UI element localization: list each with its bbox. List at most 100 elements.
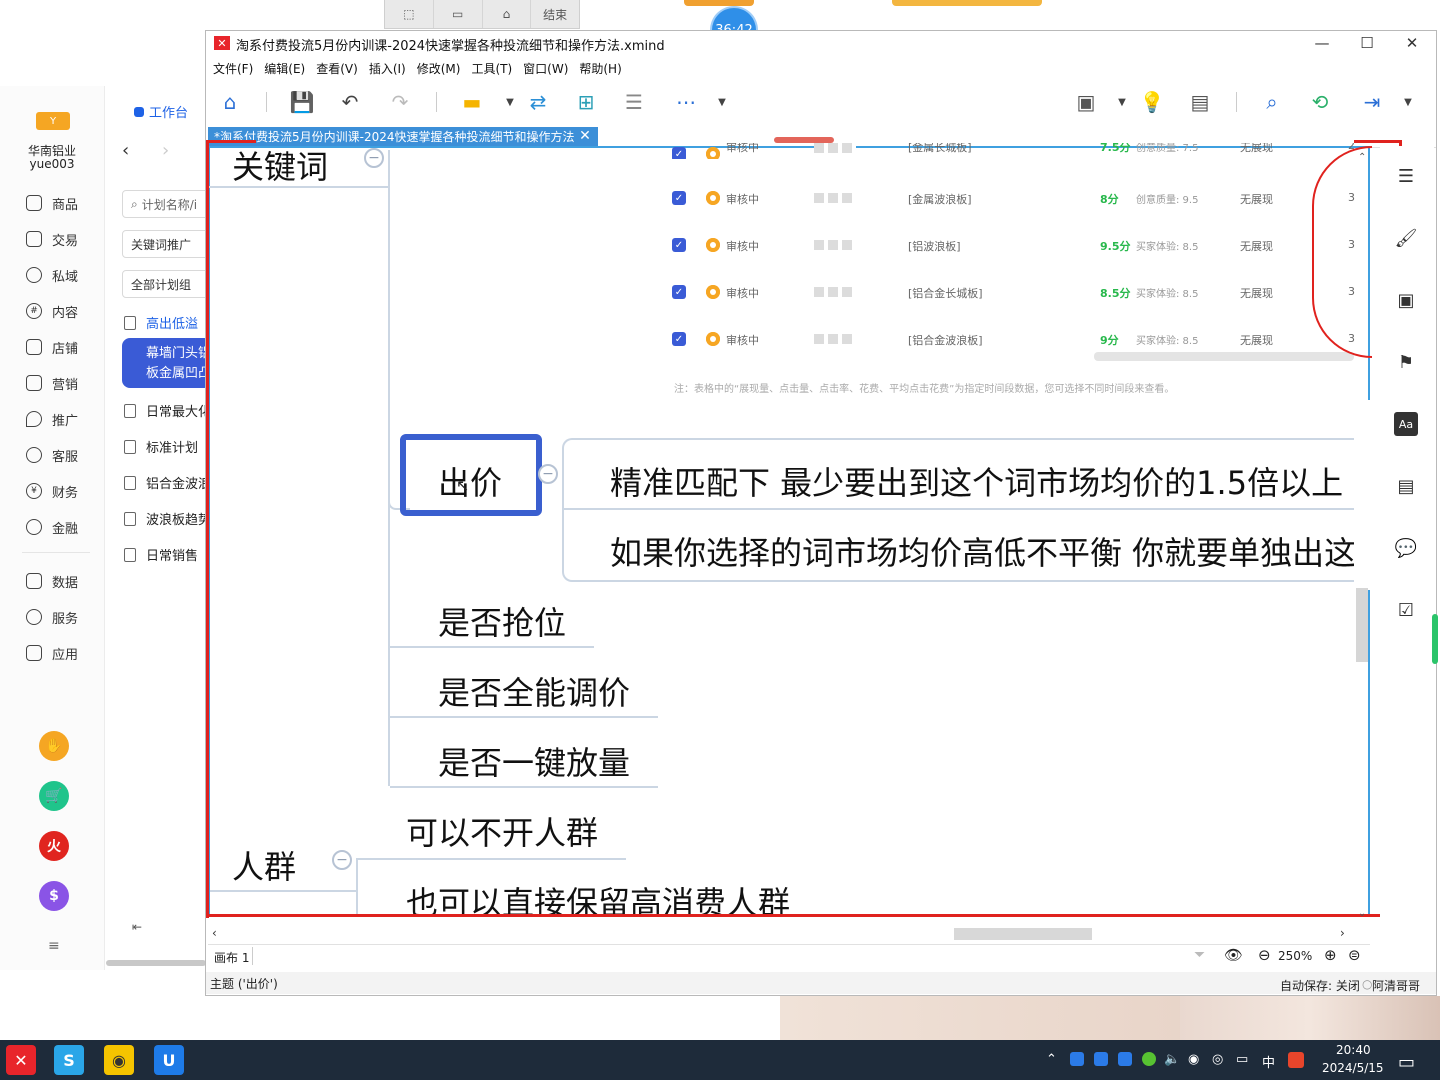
structure-icon[interactable]: ⊞ xyxy=(574,90,598,114)
sogou-icon[interactable] xyxy=(1288,1052,1304,1068)
outline-panel-icon[interactable]: ☰ xyxy=(1394,164,1418,188)
vertical-scrollbar[interactable] xyxy=(1356,588,1368,662)
plan-item[interactable]: 日常销售 xyxy=(124,545,208,564)
plan-item[interactable]: 铝合金波浪 xyxy=(124,473,208,492)
topic-icon[interactable]: ▬ xyxy=(460,90,484,114)
nav-item-service[interactable]: 客服 xyxy=(26,444,96,466)
back-arrow-icon[interactable]: ‹ xyxy=(122,140,129,161)
tray-app-icon[interactable] xyxy=(1142,1052,1156,1066)
search-icon[interactable]: ⌕ xyxy=(1260,90,1284,114)
cart-app-icon[interactable]: 🛒 xyxy=(39,781,69,811)
collapse-list-icon[interactable]: ⇤ xyxy=(132,920,142,934)
workbench-link[interactable]: 工作台 xyxy=(134,102,188,121)
tray-app-icon[interactable] xyxy=(1094,1052,1108,1066)
undo-icon[interactable]: ↶ xyxy=(338,90,362,114)
notification-icon[interactable]: ▭ xyxy=(1398,1052,1415,1073)
plan-group-select[interactable]: 全部计划组 xyxy=(122,270,212,298)
horizontal-scrollbar[interactable] xyxy=(954,928,1092,940)
nav-item-data[interactable]: 数据 xyxy=(26,570,96,592)
clock-time[interactable]: 20:40 xyxy=(1336,1043,1371,1057)
hand-app-icon[interactable]: ✋ xyxy=(39,731,69,761)
plan-item[interactable]: 波浪板趋势 xyxy=(124,509,208,528)
forward-arrow-icon[interactable]: › xyxy=(162,140,169,161)
fit-icon[interactable]: ⊜ xyxy=(1348,946,1361,964)
horizontal-scrollbar[interactable] xyxy=(106,960,206,966)
minimize-button[interactable]: — xyxy=(1302,33,1342,53)
tray-app-icon[interactable] xyxy=(1118,1052,1132,1066)
nav-item-finance[interactable]: ¥ 财务 xyxy=(26,480,96,502)
menu-modify[interactable]: 修改(M) xyxy=(417,58,461,80)
active-plan-item[interactable]: 幕墙门头铝 板金属凹凸 xyxy=(122,338,212,388)
chevron-down-icon[interactable]: ▼ xyxy=(498,90,522,114)
nav-item-goods[interactable]: 商品 xyxy=(26,192,96,214)
more-icon[interactable]: ⋯ xyxy=(674,90,698,114)
share-icon[interactable]: ⟲ xyxy=(1308,90,1332,114)
nav-item-shop[interactable]: 店铺 xyxy=(26,336,96,358)
owl-taskbar-icon[interactable]: ◉ xyxy=(104,1045,134,1075)
filter-icon[interactable]: ⏷ xyxy=(1194,947,1205,963)
xmind-taskbar-icon[interactable]: ✕ xyxy=(6,1045,36,1075)
zoom-out-icon[interactable]: ⊖ xyxy=(1258,946,1271,964)
home-icon[interactable]: ⌂ xyxy=(218,90,242,114)
nav-item-content[interactable]: # 内容 xyxy=(26,300,96,322)
comment-icon[interactable]: 💬 xyxy=(1394,536,1418,560)
window-mode-button[interactable]: ▭ xyxy=(434,0,483,28)
nav-item-banking[interactable]: 金融 xyxy=(26,516,96,538)
image-icon[interactable]: ▣ xyxy=(1394,288,1418,312)
tray-app-icon[interactable] xyxy=(1070,1052,1084,1066)
sticker-icon[interactable]: Aa xyxy=(1394,412,1418,436)
presentation-icon[interactable]: ▣ xyxy=(1074,90,1098,114)
menu-tools[interactable]: 工具(T) xyxy=(471,58,512,80)
menu-file[interactable]: 文件(F) xyxy=(213,58,253,80)
tray-owl-icon[interactable]: ◉ xyxy=(1188,1052,1199,1067)
menu-view[interactable]: 查看(V) xyxy=(316,58,358,80)
scroll-left-icon[interactable]: ‹ xyxy=(212,926,217,940)
note-icon[interactable]: ▤ xyxy=(1394,474,1418,498)
nav-item-promotion[interactable]: 推广 xyxy=(26,408,96,430)
u-app-taskbar-icon[interactable]: U xyxy=(154,1045,184,1075)
canvas-label[interactable]: 画布 1 xyxy=(214,949,249,966)
end-recording-button[interactable]: 结束 xyxy=(531,0,579,28)
nav-item-apps[interactable]: 应用 xyxy=(26,642,96,664)
task-icon[interactable]: ☑ xyxy=(1394,598,1418,622)
maximize-button[interactable]: ☐ xyxy=(1347,33,1387,53)
money-app-icon[interactable]: $ xyxy=(39,881,69,911)
clock-date[interactable]: 2024/5/15 xyxy=(1322,1061,1384,1075)
nav-item-marketing[interactable]: 营销 xyxy=(26,372,96,394)
summary-icon[interactable]: ☰ xyxy=(622,90,646,114)
region-select-button[interactable]: ⬚ xyxy=(385,0,434,28)
chevron-down-icon[interactable]: ▼ xyxy=(1396,90,1420,114)
chevron-down-icon[interactable]: ▼ xyxy=(1110,90,1134,114)
autosave-status[interactable]: 自动保存: 关闭 xyxy=(1280,977,1360,994)
plan-item[interactable]: 标准计划 xyxy=(124,437,208,456)
plan-item[interactable]: 日常最大化 xyxy=(124,401,208,420)
close-window-button[interactable]: ✕ xyxy=(1392,33,1432,53)
export-icon[interactable]: ⇥ xyxy=(1360,90,1384,114)
home-mode-button[interactable]: ⌂ xyxy=(483,0,532,28)
format-brush-icon[interactable]: 🖌 xyxy=(1394,226,1418,250)
eye-icon[interactable]: 👁 xyxy=(1224,946,1243,964)
volume-icon[interactable]: 🔈 xyxy=(1164,1052,1180,1067)
plan-item[interactable]: 高出低溢 xyxy=(124,313,208,332)
marker-flag-icon[interactable]: ⚑ xyxy=(1394,350,1418,374)
menu-edit[interactable]: 编辑(E) xyxy=(264,58,305,80)
save-icon[interactable]: 💾 xyxy=(290,90,315,114)
menu-help[interactable]: 帮助(H) xyxy=(579,58,621,80)
menu-icon[interactable]: ≡ xyxy=(48,938,60,954)
chevron-down-icon[interactable]: ⌄ xyxy=(1358,908,1366,919)
promotion-type-select[interactable]: 关键词推广 xyxy=(122,230,212,258)
menu-insert[interactable]: 插入(I) xyxy=(369,58,406,80)
tray-expand-icon[interactable]: ⌃ xyxy=(1046,1052,1057,1067)
zoom-in-icon[interactable]: ⊕ xyxy=(1324,946,1337,964)
app-s-taskbar-icon[interactable]: S xyxy=(54,1045,84,1075)
nav-item-private[interactable]: 私域 xyxy=(26,264,96,286)
lightbulb-icon[interactable]: 💡 xyxy=(1140,90,1165,114)
fire-app-icon[interactable]: 火 xyxy=(39,831,69,861)
scroll-right-icon[interactable]: › xyxy=(1340,926,1345,940)
network-icon[interactable]: ▭ xyxy=(1236,1052,1248,1067)
nav-item-trade[interactable]: 交易 xyxy=(26,228,96,250)
relationship-icon[interactable]: ⇄ xyxy=(526,90,550,114)
chevron-down-icon[interactable]: ▼ xyxy=(710,90,734,114)
outline-icon[interactable]: ▤ xyxy=(1188,90,1212,114)
tray-cat-icon[interactable]: ◎ xyxy=(1212,1052,1223,1067)
